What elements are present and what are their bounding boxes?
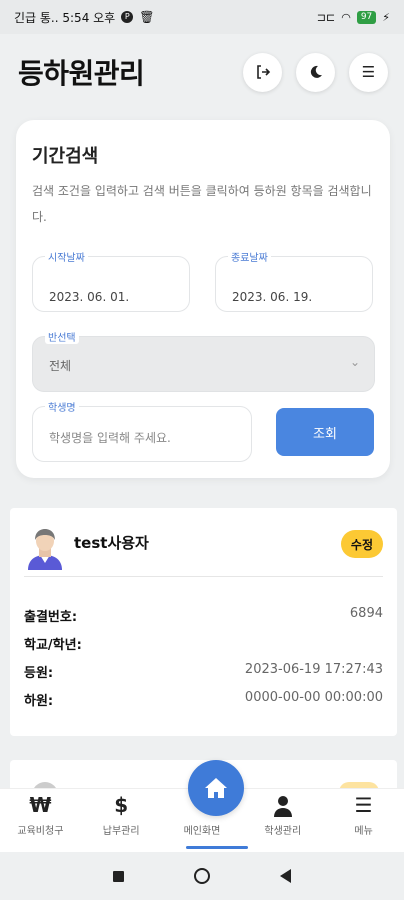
- info-key: 하원:: [24, 694, 54, 709]
- status-time: 긴급 통.. 5:54 오후: [14, 10, 116, 25]
- info-row-school-grade: 학교/학년:: [24, 634, 383, 653]
- info-key: 학교/학년:: [24, 638, 82, 653]
- info-key: 등원:: [24, 666, 54, 681]
- chevron-down-icon: ⌄: [349, 355, 360, 369]
- status-bar: 긴급 통.. 5:54 오후 P 🗑 ⊐⊏ ◠ 97 ⚡: [0, 0, 404, 34]
- start-date-field[interactable]: 시작날짜 2023. 06. 01.: [32, 249, 190, 312]
- back-icon[interactable]: [280, 869, 291, 883]
- menu-button[interactable]: ☰: [349, 52, 388, 92]
- class-select-value: 전체: [49, 359, 72, 373]
- person-icon: [273, 796, 292, 817]
- student-name-placeholder: 학생명을 입력해 주세요.: [49, 431, 171, 445]
- nav-label: 메뉴: [354, 826, 373, 837]
- won-icon: ₩: [29, 793, 52, 817]
- class-select[interactable]: 반선택 전체 ⌄: [32, 329, 375, 392]
- start-date-value: 2023. 06. 01.: [49, 290, 130, 304]
- student-name-input[interactable]: 학생명 학생명을 입력해 주세요.: [32, 399, 252, 462]
- avatar: [28, 529, 62, 570]
- page-title: 등하원관리: [18, 57, 145, 90]
- end-date-field[interactable]: 종료날짜 2023. 06. 19.: [215, 249, 373, 312]
- class-select-label: 반선택: [45, 329, 79, 344]
- info-row-attendance-no: 출결번호: 6894: [24, 606, 383, 625]
- hamburger-icon: ☰: [361, 63, 376, 81]
- nav-label: 납부관리: [102, 826, 140, 837]
- query-button[interactable]: 조회: [276, 408, 374, 456]
- info-row-departure: 하원: 0000-00-00 00:00:00: [24, 690, 383, 709]
- trash-icon: 🗑: [139, 10, 155, 24]
- nav-item-menu[interactable]: ☰ 메뉴: [323, 789, 404, 852]
- period-search-card: 기간검색 검색 조건을 입력하고 검색 버튼을 클릭하여 등하원 항목을 검색합…: [16, 120, 390, 478]
- home-system-icon[interactable]: [194, 868, 210, 884]
- nav-item-billing[interactable]: ₩ 교육비청구: [0, 789, 81, 852]
- nav-label: 메인화면: [183, 826, 221, 837]
- attendance-record-card[interactable]: test사용자 수정 출결번호: 6894 학교/학년: 등원: 2023-06…: [10, 508, 397, 736]
- moon-icon: [310, 65, 322, 78]
- start-date-label: 시작날짜: [45, 249, 88, 264]
- end-date-value: 2023. 06. 19.: [232, 290, 313, 304]
- search-title: 기간검색: [32, 146, 99, 167]
- dark-mode-button[interactable]: [296, 52, 335, 92]
- recents-icon[interactable]: [113, 870, 124, 882]
- charging-icon: ⚡: [382, 10, 390, 24]
- home-icon: [205, 778, 227, 798]
- vibrate-icon: ⊐⊏: [316, 10, 336, 24]
- card-divider: [24, 576, 383, 577]
- system-nav-bar: [0, 852, 404, 900]
- search-description: 검색 조건을 입력하고 검색 버튼을 클릭하여 등하원 항목을 검색합니다.: [32, 184, 372, 224]
- info-value: 2023-06-19 17:27:43: [244, 662, 383, 677]
- info-row-arrival: 등원: 2023-06-19 17:27:43: [24, 662, 383, 681]
- edit-button[interactable]: 수정: [340, 530, 383, 558]
- end-date-label: 종료날짜: [228, 249, 271, 264]
- info-value: 0000-00-00 00:00:00: [244, 690, 383, 705]
- nav-item-payment[interactable]: $ 납부관리: [81, 789, 162, 852]
- logout-icon: [256, 65, 270, 79]
- app-header: 등하원관리 ☰: [0, 34, 404, 110]
- menu-icon: ☰: [354, 793, 373, 817]
- battery-icon: 97: [356, 10, 377, 24]
- home-button[interactable]: [188, 760, 244, 816]
- user-name: test사용자: [74, 534, 149, 552]
- logout-button[interactable]: [243, 52, 282, 92]
- info-key: 출결번호:: [24, 610, 78, 625]
- active-tab-indicator: [186, 846, 248, 849]
- notification-icon: P: [121, 11, 134, 23]
- nav-label: 학생관리: [264, 826, 302, 837]
- wifi-icon: ◠: [341, 10, 351, 24]
- dollar-icon: $: [114, 793, 129, 817]
- nav-item-students[interactable]: 학생관리: [242, 789, 323, 852]
- student-name-label: 학생명: [45, 399, 79, 414]
- nav-label: 교육비청구: [17, 826, 64, 837]
- info-value: 6894: [349, 606, 383, 621]
